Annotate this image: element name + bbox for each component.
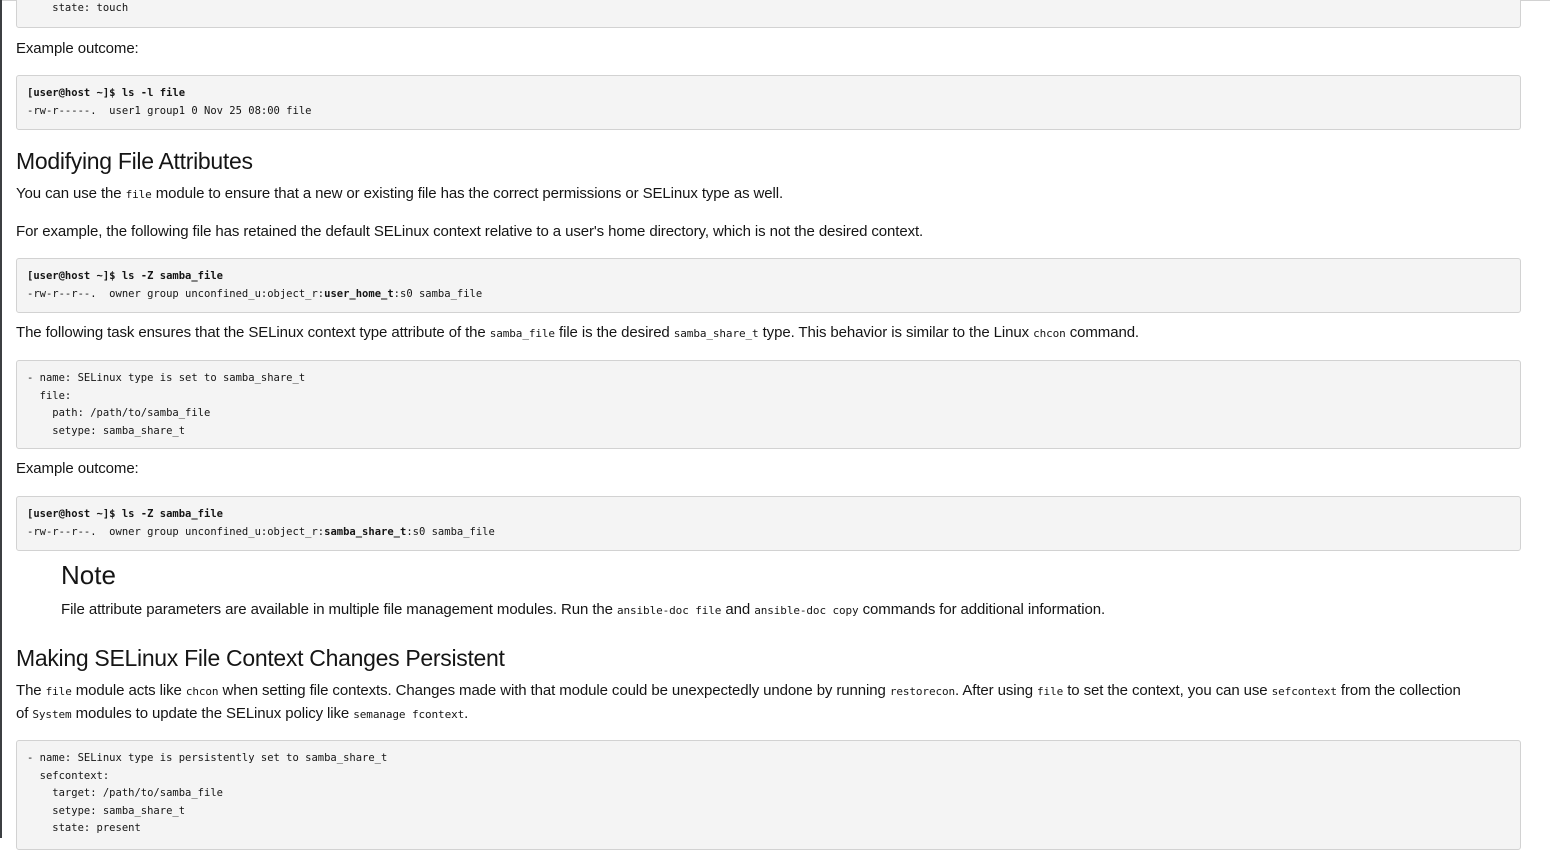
paragraph-example-outcome-2: Example outcome: (16, 460, 139, 477)
text-segment: - name: SELinux type is persistently set… (27, 752, 388, 764)
text-segment: module to ensure that a new or existing … (151, 185, 784, 202)
paragraph-persist: The file module acts like chcon when set… (16, 679, 1461, 703)
text-segment: from the collection (1336, 682, 1461, 699)
code-block-sefcontext-task: - name: SELinux type is persistently set… (16, 740, 1521, 850)
inline-code: chcon (1033, 327, 1066, 340)
text-segment: target: /path/to/samba_file (27, 787, 223, 799)
text-segment: state: present (27, 822, 141, 834)
inline-code: semanage fcontext (353, 708, 465, 721)
inline-code: file (1037, 685, 1064, 698)
text-segment: . After using (955, 682, 1038, 699)
text-segment: module acts like (71, 682, 186, 699)
code-prompt: [user@host ~]$ ls -Z samba_file (27, 270, 223, 282)
code-block-state-touch: state: touch (16, 0, 1521, 28)
text-segment: . (464, 705, 469, 722)
text-segment: user_home_t (324, 287, 394, 300)
text-segment: to set the context, you can use (1063, 682, 1272, 699)
paragraph-persist-cont: of System modules to update the SELinux … (16, 702, 468, 726)
text-segment: and (721, 601, 755, 618)
inline-code: sefcontext (1271, 685, 1337, 698)
note-title: Note (61, 560, 116, 590)
text-segment: when setting file contexts. Changes made… (218, 682, 890, 699)
inline-code: samba_share_t (673, 327, 759, 340)
text-segment: File attribute parameters are available … (61, 601, 617, 618)
inline-code: restorecon (889, 685, 956, 698)
paragraph-task-ensures: The following task ensures that the SELi… (16, 321, 1139, 345)
paragraph-example-context: For example, the following file has reta… (16, 223, 924, 240)
inline-code: System (32, 708, 72, 721)
text-segment: commands for additional information. (858, 601, 1106, 618)
text-segment: file: (27, 389, 72, 402)
code-prompt: [user@host ~]$ ls -l file (27, 87, 186, 99)
text-segment: - name: SELinux type is set to samba_sha… (27, 372, 306, 384)
code-block-setype-task: - name: SELinux type is set to samba_sha… (16, 360, 1521, 449)
text-segment: type. This behavior is similar to the Li… (758, 324, 1034, 341)
code-prompt: [user@host ~]$ ls -Z samba_file (27, 508, 223, 520)
text-segment: The (16, 682, 46, 699)
note-text: File attribute parameters are available … (61, 598, 1105, 622)
inline-code: file (125, 188, 152, 201)
inline-code: file (45, 685, 72, 698)
text-segment: path: /path/to/samba_file (27, 407, 211, 419)
heading-modifying-file-attributes: Modifying File Attributes (16, 148, 253, 174)
text-segment: samba_share_t (324, 525, 407, 538)
paragraph-file-module: You can use the file module to ensure th… (16, 182, 783, 206)
text-segment: You can use the (16, 185, 126, 202)
text-segment: -rw-r--r--. owner group unconfined_u:obj… (27, 287, 325, 300)
text-segment: setype: samba_share_t (27, 424, 186, 437)
code-block-ls-z-after: [user@host ~]$ ls -Z samba_file -rw-r--r… (16, 496, 1521, 551)
inline-code: chcon (185, 685, 219, 698)
text-segment: of (16, 705, 33, 722)
inline-code: samba_file (489, 327, 555, 340)
text-segment: :s0 samba_file (393, 287, 483, 300)
code-line: state: touch (27, 2, 129, 14)
text-segment: modules to update the SELinux policy lik… (71, 705, 354, 722)
code-output: -rw-r-----. user1 group1 0 Nov 25 08:00 … (27, 104, 312, 117)
text-segment: command. (1065, 324, 1139, 341)
text-segment: The following task ensures that the SELi… (16, 324, 490, 341)
paragraph-example-outcome: Example outcome: (16, 40, 139, 57)
code-block-ls-l: [user@host ~]$ ls -l file -rw-r-----. us… (16, 75, 1521, 130)
heading-persistent-context: Making SELinux File Context Changes Pers… (16, 645, 505, 671)
inline-code: ansible-doc file (616, 604, 722, 617)
text-segment: sefcontext: (27, 769, 110, 782)
text-segment: :s0 samba_file (406, 525, 495, 538)
text-segment: -rw-r--r--. owner group unconfined_u:obj… (27, 525, 325, 538)
inline-code: ansible-doc copy (754, 604, 859, 617)
text-segment: file is the desired (554, 324, 674, 341)
text-segment: setype: samba_share_t (27, 804, 186, 817)
left-border (0, 0, 2, 838)
code-block-ls-z-before: [user@host ~]$ ls -Z samba_file -rw-r--r… (16, 258, 1521, 313)
